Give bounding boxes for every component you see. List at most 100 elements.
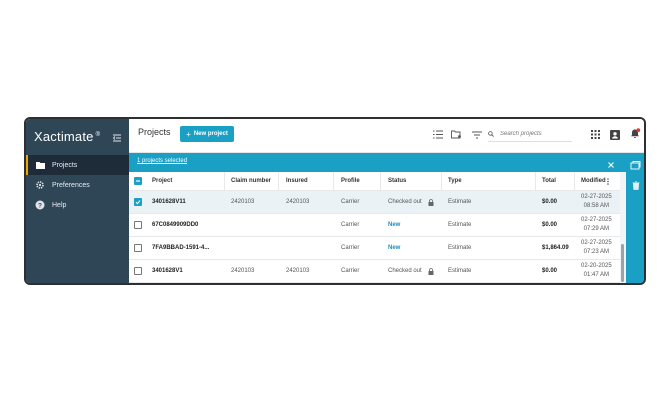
filter-icon[interactable]: [471, 129, 482, 140]
column-divider: [574, 172, 575, 190]
row-checkbox[interactable]: [134, 267, 142, 275]
svg-text:?: ?: [38, 202, 42, 209]
modified-date: 02-27-2025: [581, 240, 612, 246]
insured: 2420103: [286, 268, 310, 274]
column-header-modified[interactable]: Modified: [581, 172, 606, 190]
selection-bar: 1 projects selected: [129, 153, 626, 172]
column-divider: [441, 172, 442, 190]
folder-settings-icon[interactable]: [451, 129, 462, 140]
modified-time: 08:58 AM: [583, 203, 610, 209]
sidebar-item-label: Help: [52, 201, 67, 209]
top-bar-right: [626, 119, 644, 153]
collapse-sidebar-icon[interactable]: [112, 130, 122, 142]
status-text: New: [388, 222, 401, 228]
page-title: Projects: [138, 127, 171, 137]
selected-count-link[interactable]: 1 projects selected: [137, 158, 187, 164]
right-action-rail: [626, 153, 644, 283]
app-window: Xactimate ® Projects Preferences ? Help …: [24, 117, 646, 285]
delete-icon[interactable]: [630, 180, 641, 191]
project-name[interactable]: 7FA9BBAD-1591-4...: [152, 237, 209, 259]
column-menu-icon[interactable]: [607, 172, 609, 190]
total: $0.00: [542, 199, 558, 205]
row-checkbox[interactable]: [134, 244, 142, 252]
apps-grid-icon[interactable]: [590, 129, 601, 140]
table-row[interactable]: 3401628V1 2420103 2420103 Carrier Checke…: [129, 260, 620, 283]
table-row[interactable]: 67C0849909DD0 Carrier New Estimate $0.00…: [129, 214, 620, 237]
sidebar-item-preferences[interactable]: Preferences: [26, 175, 129, 195]
table-row[interactable]: 3401628V11 2420103 2420103 Carrier Check…: [129, 191, 620, 214]
modified-time: 07:29 AM: [583, 226, 610, 232]
row-select-cell: [134, 237, 142, 259]
status: Checked out: [388, 260, 434, 282]
sidebar-item-label: Preferences: [52, 181, 90, 189]
modified: 02-27-2025 07:29 AM: [581, 214, 612, 236]
sidebar-item-label: Projects: [52, 161, 78, 169]
column-header-status[interactable]: Status: [388, 172, 406, 190]
table-header-row: Project Claim number Insured Profile Sta…: [129, 172, 620, 191]
top-bar: Projects + New project: [129, 119, 626, 153]
column-divider: [380, 172, 381, 190]
sidebar-item-help[interactable]: ? Help: [26, 195, 129, 215]
plus-icon: +: [186, 129, 191, 139]
folder-icon: [35, 160, 45, 170]
profile: Carrier: [341, 245, 360, 251]
projects-table: Project Claim number Insured Profile Sta…: [129, 172, 620, 283]
profile: Carrier: [341, 199, 360, 205]
status-text: New: [388, 245, 401, 251]
column-divider: [278, 172, 279, 190]
column-header-profile[interactable]: Profile: [341, 172, 360, 190]
profile: Carrier: [341, 222, 360, 228]
insured: 2420103: [286, 199, 310, 205]
select-all-checkbox[interactable]: [134, 177, 142, 185]
type: Estimate: [448, 199, 472, 205]
column-divider: [333, 172, 334, 190]
status-text: Checked out: [388, 268, 422, 274]
modified: 02-27-2025 07:23 AM: [581, 237, 612, 259]
modified-date: 02-27-2025: [581, 194, 612, 200]
search-icon: [488, 131, 494, 137]
column-divider: [224, 172, 225, 190]
modified-date: 02-20-2025: [581, 263, 612, 269]
column-header-project[interactable]: Project: [152, 172, 172, 190]
account-icon[interactable]: [609, 129, 620, 140]
select-all-cell: [134, 172, 142, 190]
project-name[interactable]: 3401628V1: [152, 260, 183, 282]
new-project-label: New project: [193, 131, 228, 137]
status: Checked out: [388, 191, 434, 213]
search-input[interactable]: [500, 131, 570, 137]
table-row[interactable]: 7FA9BBAD-1591-4... Carrier New Estimate …: [129, 237, 620, 260]
lock-icon: [428, 267, 434, 275]
scrollbar-thumb[interactable]: [621, 244, 624, 282]
column-divider: [535, 172, 536, 190]
modified-date: 02-27-2025: [581, 217, 612, 223]
new-project-button[interactable]: + New project: [180, 126, 234, 142]
sidebar: Xactimate ® Projects Preferences ? Help: [26, 119, 129, 283]
total: $0.00: [542, 222, 558, 228]
column-header-total[interactable]: Total: [542, 172, 556, 190]
list-view-icon[interactable]: [432, 129, 443, 140]
sidebar-item-projects[interactable]: Projects: [26, 155, 129, 175]
close-icon[interactable]: [606, 157, 616, 168]
project-name[interactable]: 67C0849909DD0: [152, 214, 198, 236]
type: Estimate: [448, 222, 472, 228]
row-select-cell: [134, 260, 142, 282]
row-checkbox[interactable]: [134, 221, 142, 229]
column-header-insured[interactable]: Insured: [286, 172, 308, 190]
modified-time: 01:47 AM: [583, 272, 610, 278]
modified-time: 07:23 AM: [583, 249, 610, 255]
modified: 02-27-2025 08:58 AM: [581, 191, 612, 213]
logo-text: Xactimate: [34, 129, 94, 144]
notifications-bell-icon[interactable]: [630, 128, 641, 139]
status-text: Checked out: [388, 199, 422, 205]
table-scrollbar[interactable]: [620, 172, 626, 283]
row-select-cell: [134, 214, 142, 236]
project-name[interactable]: 3401628V11: [152, 191, 186, 213]
app-logo: Xactimate ®: [34, 129, 100, 147]
search-box[interactable]: [488, 127, 572, 142]
column-header-type[interactable]: Type: [448, 172, 462, 190]
claim-number: 2420103: [231, 268, 255, 274]
batch-actions-icon[interactable]: [630, 159, 641, 170]
row-checkbox[interactable]: [134, 198, 142, 206]
type: Estimate: [448, 245, 472, 251]
column-header-claim-number[interactable]: Claim number: [231, 172, 271, 190]
